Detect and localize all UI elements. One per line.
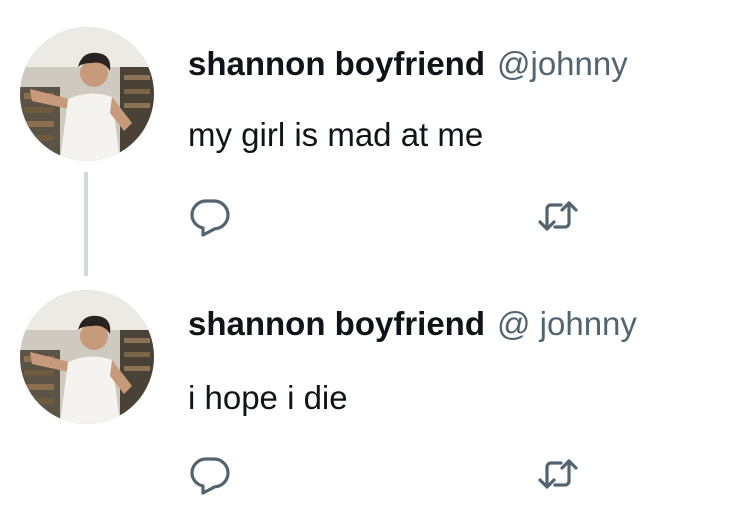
retweet-button[interactable]	[535, 193, 581, 239]
tweet-header: shannon boyfriend @ johnny	[188, 304, 637, 344]
avatar-photo-icon	[20, 27, 154, 161]
tweet[interactable]: shannon boyfriend @johnny my girl is mad …	[0, 0, 735, 276]
tweet-header: shannon boyfriend @johnny	[188, 44, 628, 84]
handle[interactable]: @ johnny	[497, 305, 637, 342]
tweet[interactable]: shannon boyfriend @ johnny i hope i die	[0, 270, 735, 520]
tweet-text: my girl is mad at me	[188, 116, 484, 153]
avatar[interactable]	[20, 27, 154, 161]
avatar-photo-icon	[20, 290, 154, 424]
display-name[interactable]: shannon boyfriend	[188, 45, 485, 82]
handle[interactable]: @johnny	[497, 45, 628, 82]
reply-button[interactable]	[187, 451, 233, 497]
display-name[interactable]: shannon boyfriend	[188, 305, 485, 342]
retweet-button[interactable]	[535, 451, 581, 497]
tweet-text: i hope i die	[188, 379, 348, 416]
avatar[interactable]	[20, 290, 154, 424]
retweet-icon	[538, 201, 578, 231]
retweet-icon	[538, 459, 578, 489]
reply-button[interactable]	[187, 193, 233, 239]
thread-connector	[84, 172, 88, 276]
reply-icon	[190, 457, 230, 495]
reply-icon	[190, 199, 230, 237]
